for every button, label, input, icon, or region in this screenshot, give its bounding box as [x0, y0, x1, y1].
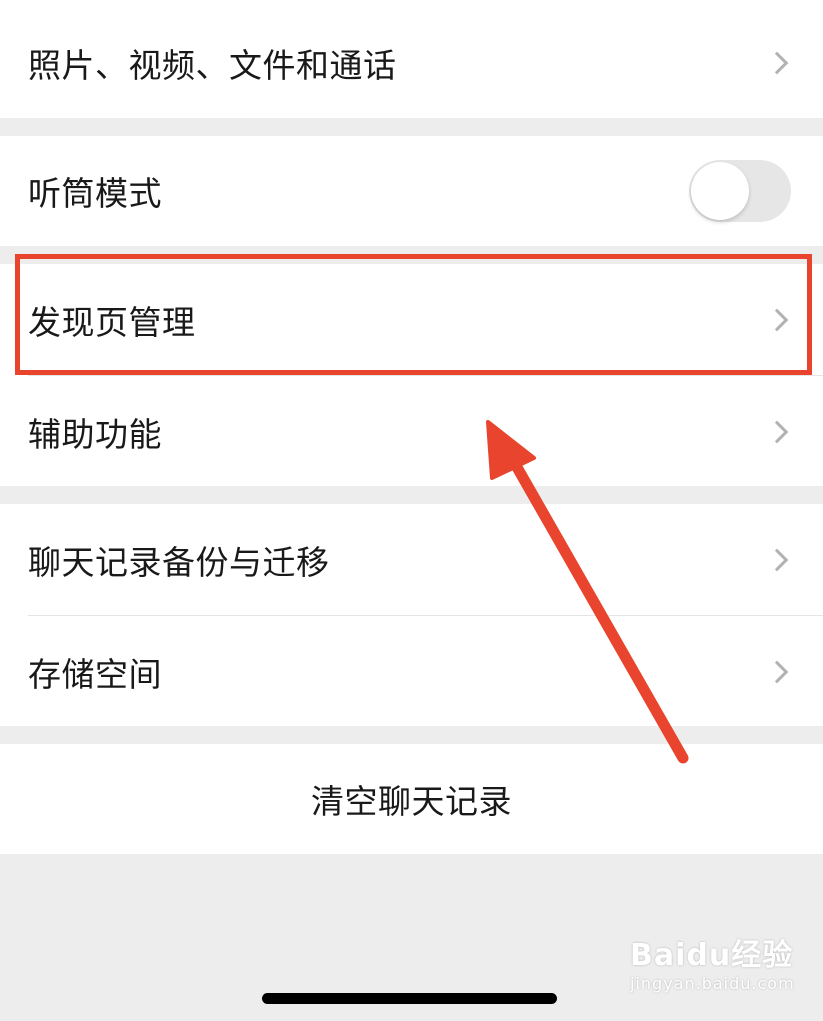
chevron-right-icon	[765, 548, 789, 571]
home-indicator[interactable]	[262, 993, 557, 1004]
clear-chat-history-label: 清空聊天记录	[311, 782, 512, 821]
watermark-url: jingyan.baidu.com	[630, 974, 795, 993]
accessibility-label: 辅助功能	[28, 414, 162, 454]
discover-page-management-row[interactable]: 发现页管理	[0, 264, 823, 375]
settings-group-storage: 聊天记录备份与迁移 存储空间	[0, 504, 823, 726]
media-settings-label: 照片、视频、文件和通话	[28, 45, 397, 85]
watermark-brand: Baidu经验	[630, 938, 794, 973]
baidu-jingyan-watermark: Baidu经验 jingyan.baidu.com	[630, 930, 795, 993]
earpiece-mode-toggle[interactable]	[689, 160, 791, 222]
settings-group-clear: 清空聊天记录	[0, 744, 823, 854]
clear-chat-history-button[interactable]: 清空聊天记录	[0, 744, 823, 854]
accessibility-row[interactable]: 辅助功能	[0, 376, 823, 487]
storage-space-row[interactable]: 存储空间	[0, 616, 823, 727]
storage-space-label: 存储空间	[28, 654, 162, 694]
media-settings-row[interactable]: 照片、视频、文件和通话	[0, 7, 823, 118]
earpiece-mode-label: 听筒模式	[28, 174, 162, 213]
chevron-right-icon	[765, 51, 789, 74]
chat-backup-migration-label: 聊天记录备份与迁移	[28, 542, 330, 582]
chevron-right-icon	[765, 308, 789, 331]
discover-page-management-label: 发现页管理	[28, 302, 196, 342]
chevron-right-icon	[765, 660, 789, 683]
settings-group-discover: 发现页管理 辅助功能	[0, 264, 823, 486]
chat-backup-migration-row[interactable]: 聊天记录备份与迁移	[0, 504, 823, 615]
chevron-right-icon	[765, 420, 789, 443]
settings-group-media: 照片、视频、文件和通话	[0, 0, 823, 118]
toggle-knob[interactable]	[691, 162, 749, 220]
